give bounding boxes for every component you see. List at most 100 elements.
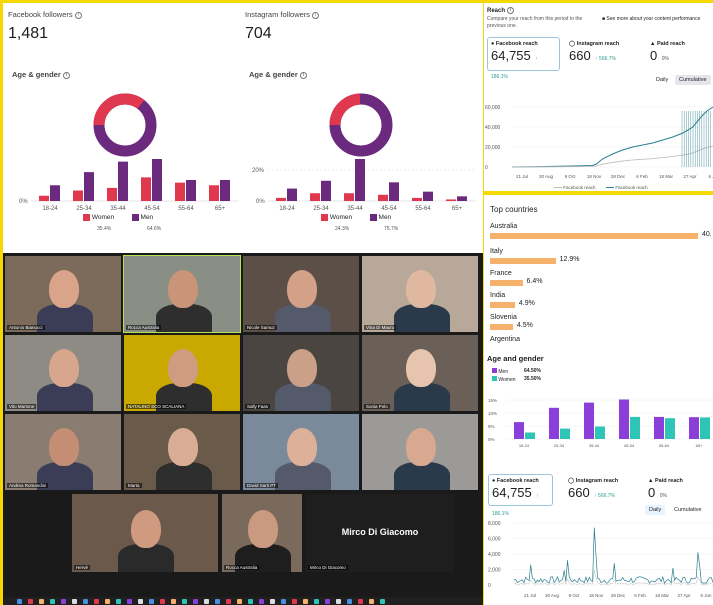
reach-daily-chart: 8,000 6,000 4,000 2,000 0 21 Jul 30 Aug 9 Oct 18… [488,521,713,598]
participant-tile[interactable] [361,413,479,491]
instagram-reach-value: 660 [568,485,590,500]
taskbar-app-icon[interactable] [358,599,363,604]
participant-tile[interactable]: Mirco Di Giacomo Mirco Di Giacomo [305,493,455,573]
taskbar-app-icon[interactable] [28,599,33,604]
taskbar-app-icon[interactable] [149,599,154,604]
taskbar-app-icon[interactable] [17,599,22,604]
taskbar-app-icon[interactable] [193,599,198,604]
taskbar-app-icon[interactable] [182,599,187,604]
x-tick-label: 55-64 [178,206,194,212]
participant-tile[interactable]: Rocca Australia [123,255,241,333]
y-tick-label: 40,000 [485,125,501,131]
participant-name: Nicole Samuz [245,325,277,330]
facebook-reach-card-2[interactable]: ● Facebook reach 64,755 ↑ 186.1% [488,474,553,517]
participant-tile[interactable]: David Sarti PT [242,413,360,491]
taskbar-app-icon[interactable] [237,599,242,604]
x-tick-label: 6 Jun [708,174,713,179]
paid-reach-card-2[interactable]: ▲ Paid reach 0 0% [644,474,712,506]
participant-tile[interactable]: Andrea Romandini [4,413,122,491]
men-bar [220,180,230,201]
participant-tile[interactable]: Vina Di Mauro [361,255,479,333]
info-icon[interactable]: i [299,71,307,79]
taskbar-app-icon[interactable] [380,599,385,604]
facebook-reach-line [511,106,713,168]
daily-toggle-2[interactable]: Daily [645,505,666,515]
taskbar-app-icon[interactable] [303,599,308,604]
info-icon[interactable]: i [507,7,515,14]
taskbar-app-icon[interactable] [61,599,66,604]
participant-tile[interactable]: Vito Martone [4,334,122,412]
taskbar-app-icon[interactable] [270,599,275,604]
facebook-reach-value: 64,755 [492,485,532,500]
men-bar [457,196,467,201]
taskbar-app-icon[interactable] [314,599,319,604]
facebook-followers-label: Facebook followers i [8,10,82,19]
x-tick-label: 65+ [452,206,463,212]
taskbar-app-icon[interactable] [347,599,352,604]
participant-tile[interactable]: Nicole Samuz [242,255,360,333]
age-gender-title: Age and gender [487,354,544,363]
daily-toggle[interactable]: Daily [652,75,672,85]
participant-name: Marta [126,483,142,488]
participant-tile[interactable]: Sally Faas [242,334,360,412]
participant-face [131,510,161,548]
participant-tile[interactable]: Antonio Bianucci [4,255,122,333]
x-tick-label: 18 Nov [589,593,604,598]
taskbar-app-icon[interactable] [281,599,286,604]
participant-face [168,428,198,466]
taskbar-app-icon[interactable] [105,599,110,604]
taskbar-app-icon[interactable] [72,599,77,604]
taskbar-app-icon[interactable] [248,599,253,604]
facebook-reach-card[interactable]: ● Facebook reach 64,755 ↑ 186.1% [487,37,560,80]
see-more-link[interactable]: ■ See more about your content performanc… [602,16,700,22]
taskbar-app-icon[interactable] [204,599,209,604]
taskbar-app-icon[interactable] [94,599,99,604]
taskbar-app-icon[interactable] [116,599,121,604]
participant-tile[interactable]: NATALINO SCO SCALIANA [123,334,241,412]
paid-reach-card[interactable]: ▲ Paid reach 0 0% [646,37,713,71]
participant-tile[interactable]: Hervé [71,493,219,573]
instagram-reach-card[interactable]: ◯ Instagram reach 660 ↑ 566.7% [565,37,641,71]
men-swatch [369,214,377,221]
participant-tile[interactable]: Marta [123,413,241,491]
taskbar-app-icon[interactable] [83,599,88,604]
y-tick-label: 0 [488,583,491,589]
facebook-reach-value: 64,755 [491,48,531,63]
info-icon[interactable]: i [312,11,320,19]
info-icon[interactable]: i [74,11,82,19]
taskbar-app-icon[interactable] [226,599,231,604]
info-icon[interactable]: i [62,71,70,79]
taskbar-app-icon[interactable] [325,599,330,604]
taskbar-app-icon[interactable] [259,599,264,604]
document-icon: ■ [602,16,606,22]
taskbar-app-icon[interactable] [215,599,220,604]
reach-title: Reach i [487,7,515,14]
taskbar-app-icon[interactable] [171,599,176,604]
taskbar-app-icon[interactable] [369,599,374,604]
instagram-age-gender-label: Age & gender i [249,70,307,79]
taskbar-app-icon[interactable] [292,599,297,604]
men-bar [549,407,559,439]
x-tick-label: 18-24 [279,206,295,212]
taskbar-app-icon[interactable] [127,599,132,604]
taskbar-app-icon[interactable] [336,599,341,604]
participant-tile[interactable]: Rocca Australia [221,493,303,573]
taskbar-app-icon[interactable] [39,599,44,604]
participant-body [394,383,450,411]
taskbar-app-icon[interactable] [160,599,165,604]
participant-name: David Sarti PT [245,483,279,488]
top-countries-title: Top countries [490,205,538,214]
x-tick-label: 30 Aug [545,593,560,598]
participant-name: Rocca Australia [126,325,162,330]
facebook-followers-count: 1,481 [8,25,49,42]
cumulative-toggle[interactable]: Cumulative [675,75,711,85]
men-bar [654,416,664,439]
taskbar-app-icon[interactable] [50,599,55,604]
taskbar-app-icon[interactable] [138,599,143,604]
participant-body [394,462,450,490]
y-tick-label: 0 [485,165,488,171]
cumulative-toggle-2[interactable]: Cumulative [670,505,706,515]
participant-tile[interactable]: Sonia Polo [361,334,479,412]
instagram-reach-card-2[interactable]: ◯ Instagram reach 660 ↑ 566.7% [564,474,639,506]
x-tick-label: 21 Jul [516,174,528,179]
